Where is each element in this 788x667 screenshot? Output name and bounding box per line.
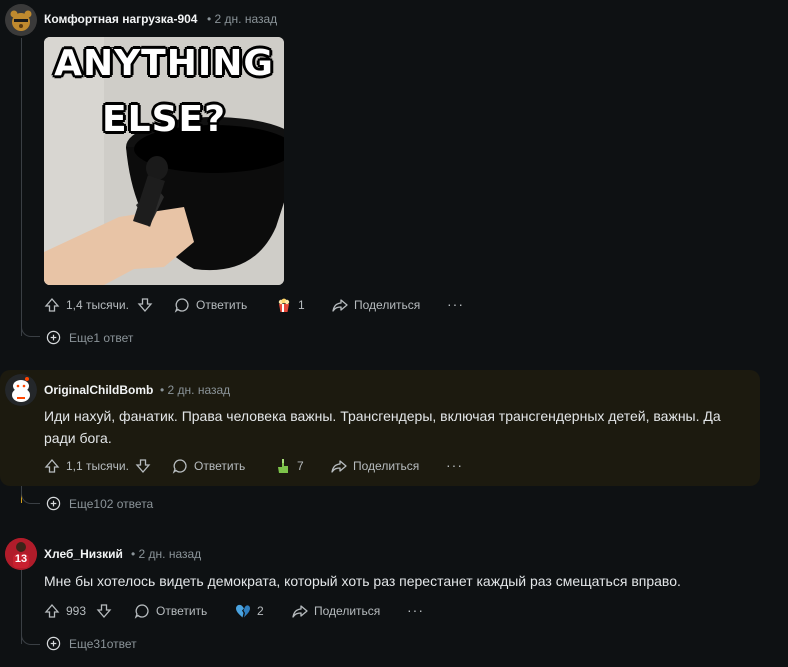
broken-heart-award-icon (236, 604, 250, 618)
comment-timestamp[interactable]: • 2 дн. назад (160, 383, 230, 397)
reply-label: Ответить (194, 459, 246, 473)
more-options-button[interactable]: ··· (446, 457, 463, 473)
comment-author[interactable]: OriginalChildBomb (44, 383, 153, 397)
downvote-icon (137, 298, 153, 312)
plus-circle-icon (46, 496, 61, 511)
comment-timestamp[interactable]: • 2 дн. назад (131, 547, 201, 561)
share-button[interactable]: Поделиться (331, 458, 419, 474)
downvote-button[interactable] (137, 297, 153, 313)
upvote-button[interactable]: 993 (44, 603, 86, 619)
share-icon (292, 605, 308, 618)
comment-body: Иди нахуй, фанатик. Права человека важны… (44, 408, 721, 446)
reply-label: Ответить (156, 604, 208, 618)
vote-count: 993 (66, 604, 87, 618)
share-label: Поделиться (353, 459, 420, 473)
meme-caption-line2: ELSE? (102, 99, 226, 140)
more-options-button[interactable]: ··· (407, 602, 424, 618)
award-count: 7 (297, 459, 304, 473)
upvote-button[interactable]: 1,1 тысячи. (44, 458, 129, 474)
reply-button[interactable]: Ответить (174, 297, 247, 313)
more-options-button[interactable]: ··· (447, 296, 464, 312)
comment-author[interactable]: Хлеб_Низкий (44, 547, 123, 561)
more-replies-label: Еще1 ответ (69, 330, 134, 345)
upvote-button[interactable]: 1,4 тысячи. (44, 297, 129, 313)
award-button[interactable]: 1 (276, 297, 305, 313)
avatar[interactable] (5, 4, 37, 36)
award-button[interactable]: 7 (275, 458, 304, 474)
upvote-icon (44, 459, 60, 473)
meme-caption-line1: ANYTHING (54, 43, 274, 84)
more-replies-label: Еще102 ответа (69, 496, 154, 511)
pointing-hand-award-icon (278, 459, 288, 473)
reply-button[interactable]: Ответить (172, 458, 245, 474)
jersey-number: 13 (14, 553, 28, 565)
popcorn-award-icon (278, 298, 290, 312)
plus-circle-icon (46, 636, 61, 651)
plus-circle-icon (46, 330, 61, 345)
more-replies-button[interactable]: Еще1 ответ (46, 330, 133, 345)
meme-image[interactable]: ANYTHING ELSE? (44, 37, 284, 285)
avatar[interactable]: 13 (5, 538, 37, 570)
thread-elbow (21, 486, 40, 504)
reply-button[interactable]: Ответить (134, 603, 207, 619)
share-button[interactable]: Поделиться (332, 297, 420, 313)
share-label: Поделиться (314, 604, 381, 618)
reply-label: Ответить (196, 298, 248, 312)
share-icon (332, 299, 348, 312)
comment-timestamp[interactable]: • 2 дн. назад (207, 12, 277, 26)
downvote-button[interactable] (135, 458, 151, 474)
award-count: 2 (257, 604, 264, 618)
comment-body: Мне бы хотелось видеть демократа, которы… (44, 573, 681, 589)
award-button[interactable]: 2 (235, 603, 264, 619)
comment-bubble-icon (134, 604, 149, 619)
comment-bubble-icon (174, 298, 189, 313)
share-label: Поделиться (354, 298, 421, 312)
more-replies-button[interactable]: Еще102 ответа (46, 496, 153, 511)
thread-elbow (21, 318, 40, 337)
vote-count: 1,4 тысячи. (66, 298, 129, 312)
downvote-icon (96, 604, 112, 618)
downvote-icon (135, 459, 151, 473)
share-button[interactable]: Поделиться (292, 603, 380, 619)
share-icon (331, 460, 347, 473)
upvote-icon (44, 604, 60, 618)
comment-author[interactable]: Комфортная нагрузка-904 (44, 12, 197, 26)
downvote-button[interactable] (96, 603, 112, 619)
thread-line (21, 38, 22, 336)
vote-count: 1,1 тысячи. (66, 459, 129, 473)
comment-bubble-icon (172, 459, 187, 474)
avatar[interactable] (5, 374, 37, 406)
thread-elbow (21, 626, 40, 645)
award-count: 1 (298, 298, 305, 312)
more-replies-button[interactable]: Еще31ответ (46, 636, 137, 651)
upvote-icon (44, 298, 60, 312)
more-replies-label: Еще31ответ (69, 636, 137, 651)
